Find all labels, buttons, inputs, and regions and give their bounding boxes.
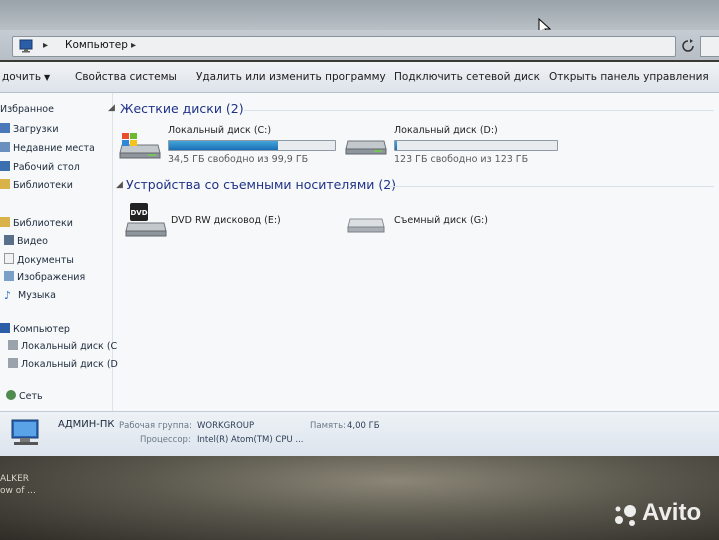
avito-logo-icon <box>615 505 636 526</box>
computer-icon <box>11 419 39 445</box>
drive-d-name: Локальный диск (D:) <box>394 125 498 136</box>
navigation-pane: Избранное Загрузки Недавние места Рабочи… <box>0 93 118 411</box>
hard-disk-icon <box>345 140 387 155</box>
drive-d-free-space: 123 ГБ свободно из 123 ГБ <box>394 154 529 165</box>
group-header-removable[interactable]: Устройства со съемными носителями (2) <box>126 177 396 192</box>
memory-label: Память: <box>310 421 346 431</box>
breadcrumb-arrow-icon[interactable]: ▸ <box>43 40 48 51</box>
hard-disk-icon <box>8 340 18 350</box>
nav-network[interactable]: Сеть <box>6 390 43 406</box>
uninstall-program-button[interactable]: Удалить или изменить программу <box>196 71 386 83</box>
nav-computer-label: Компьютер <box>13 324 70 335</box>
nav-disk-d-label: Локальный диск (D <box>21 359 118 370</box>
breadcrumb-computer[interactable]: Компьютер <box>65 39 128 51</box>
computer-icon <box>19 39 33 53</box>
nav-documents-label: Документы <box>17 255 74 266</box>
search-input[interactable] <box>700 36 719 57</box>
nav-recent-places[interactable]: Недавние места <box>0 142 95 158</box>
address-bar: ▸ Компьютер ▸ <box>0 30 719 60</box>
drives-main-pane: ◢ Жесткие диски (2) Локальный диск (C:) … <box>108 93 719 411</box>
hard-disk-windows-icon <box>119 133 161 159</box>
dvd-drive-icon: DVD <box>125 203 167 237</box>
network-icon <box>6 390 16 400</box>
nav-video[interactable]: Видео <box>4 235 48 251</box>
recent-places-icon <box>0 142 10 152</box>
nav-favorites-label: Избранное <box>0 104 54 115</box>
processor-label: Процессор: <box>140 435 191 445</box>
nav-network-label: Сеть <box>19 391 43 402</box>
libraries-icon <box>0 179 10 189</box>
nav-downloads[interactable]: Загрузки <box>0 123 59 139</box>
nav-disk-c-label: Локальный диск (С <box>21 341 118 352</box>
drive-c-usage-bar <box>168 140 336 151</box>
organize-label: дочить <box>2 71 42 83</box>
workgroup-value: WORKGROUP <box>197 421 255 431</box>
drive-d-usage-fill <box>395 141 397 150</box>
group-divider <box>244 110 714 111</box>
hard-disk-icon <box>8 358 18 368</box>
nav-downloads-label: Загрузки <box>13 124 59 135</box>
nav-libraries-label: Библиотеки <box>13 218 73 229</box>
video-icon <box>4 235 14 245</box>
drive-c-free-space: 34,5 ГБ свободно из 99,9 ГБ <box>168 154 309 165</box>
dvd-logo-text: DVD <box>130 209 147 217</box>
command-toolbar: дочить ▼ Свойства системы Удалить или изм… <box>0 62 719 93</box>
nav-disk-d[interactable]: Локальный диск (D <box>8 358 118 374</box>
avito-watermark: Avito <box>642 499 702 526</box>
nav-documents[interactable]: Документы <box>4 253 74 269</box>
workgroup-label: Рабочая группа: <box>119 421 192 431</box>
drive-c-usage-fill <box>169 141 278 150</box>
chevron-down-icon: ▼ <box>44 73 51 82</box>
nav-recent-places-label: Недавние места <box>13 143 95 154</box>
processor-value: Intel(R) Atom(TM) CPU ... <box>197 435 304 445</box>
collapse-removable-icon[interactable]: ◢ <box>116 180 123 190</box>
nav-images[interactable]: Изображения <box>4 271 85 287</box>
nav-video-label: Видео <box>17 236 48 247</box>
refresh-icon[interactable] <box>680 38 696 54</box>
desktop-icon-label[interactable]: ALKER <box>0 474 29 484</box>
memory-value: 4,00 ГБ <box>347 421 380 431</box>
drive-g-name: Съемный диск (G:) <box>394 215 488 226</box>
details-pane: АДМИН-ПК Рабочая группа: WORKGROUP Памят… <box>0 411 719 456</box>
group-divider <box>388 186 714 187</box>
system-properties-button[interactable]: Свойства системы <box>75 71 177 83</box>
computer-icon <box>0 323 10 333</box>
drive-e-name: DVD RW дисковод (E:) <box>171 215 281 226</box>
desktop-icon-label[interactable]: ow of ... <box>0 486 36 496</box>
documents-icon <box>4 253 14 264</box>
group-header-hard-disks[interactable]: Жесткие диски (2) <box>120 101 244 116</box>
nav-libraries-favorite[interactable]: Библиотеки <box>0 179 73 195</box>
nav-desktop[interactable]: Рабочий стол <box>0 161 80 177</box>
desktop-icon <box>0 161 10 171</box>
desktop-background: ALKER ow of ... <box>0 456 719 540</box>
libraries-icon <box>0 217 10 227</box>
map-network-drive-button[interactable]: Подключить сетевой диск <box>394 71 540 83</box>
downloads-icon <box>0 123 10 133</box>
address-field[interactable]: ▸ Компьютер ▸ <box>12 36 676 57</box>
drive-c-name: Локальный диск (C:) <box>168 125 272 136</box>
pc-name: АДМИН-ПК <box>58 419 115 430</box>
breadcrumb-arrow-icon[interactable]: ▸ <box>131 40 136 51</box>
nav-desktop-label: Рабочий стол <box>13 162 80 173</box>
music-icon: ♪ <box>4 289 12 302</box>
drive-d-usage-bar <box>394 140 558 151</box>
removable-disk-icon <box>347 218 385 233</box>
nav-computer[interactable]: Компьютер <box>0 323 70 339</box>
nav-music-label: Музыка <box>18 290 56 301</box>
organize-menu-button[interactable]: дочить ▼ <box>2 71 50 83</box>
nav-images-label: Изображения <box>17 272 86 283</box>
nav-music[interactable]: ♪ Музыка <box>4 289 56 305</box>
nav-libraries-favorite-label: Библиотеки <box>13 180 73 191</box>
nav-favorites[interactable]: Избранное <box>0 104 54 120</box>
nav-libraries[interactable]: Библиотеки <box>0 217 73 233</box>
nav-disk-c[interactable]: Локальный диск (С <box>8 340 117 356</box>
collapse-hdd-icon[interactable]: ◢ <box>108 103 115 113</box>
images-icon <box>4 271 14 281</box>
window-title-bar <box>0 0 719 30</box>
open-control-panel-button[interactable]: Открыть панель управления <box>549 71 709 83</box>
